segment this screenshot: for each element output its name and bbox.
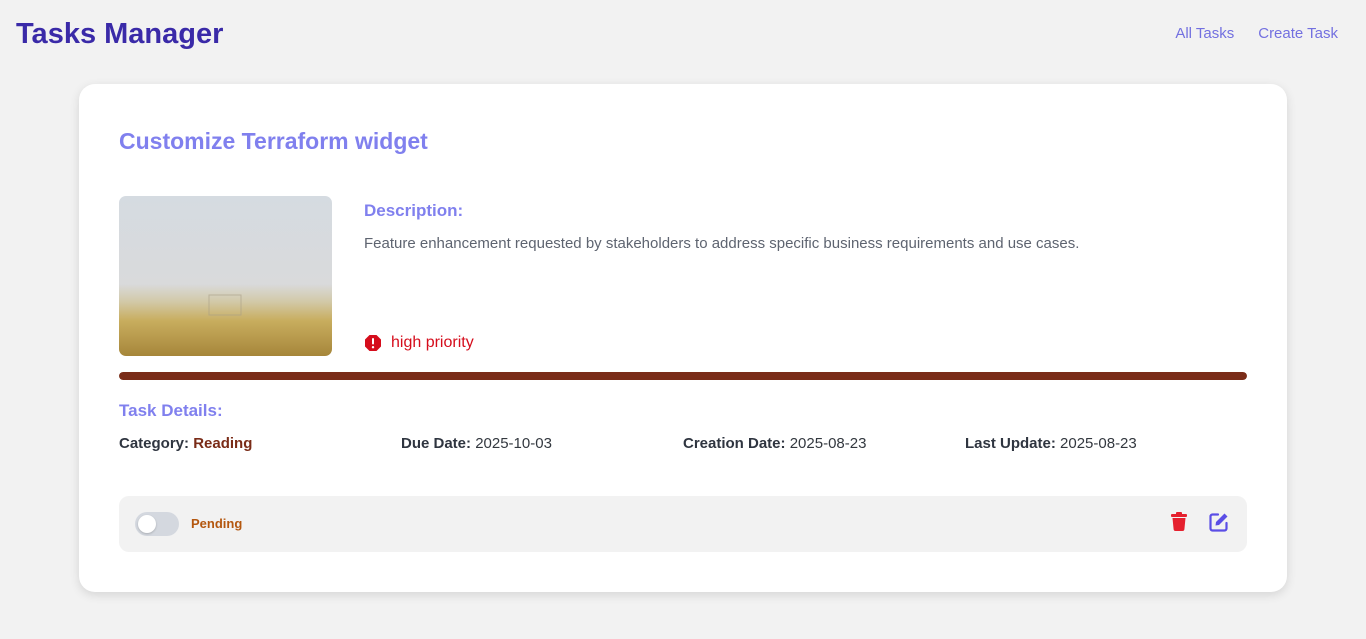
due-date-value: 2025-10-03 bbox=[475, 435, 552, 452]
detail-due-date: Due Date: 2025-10-03 bbox=[401, 435, 683, 452]
detail-last-update: Last Update: 2025-08-23 bbox=[965, 435, 1247, 452]
task-actions-bar: Pending bbox=[119, 496, 1247, 552]
status-text: Pending bbox=[191, 516, 243, 531]
creation-date-label: Creation Date: bbox=[683, 435, 786, 452]
category-label: Category: bbox=[119, 435, 190, 452]
alert-octagon-icon bbox=[364, 334, 382, 352]
description-label: Description: bbox=[364, 201, 464, 220]
detail-creation-date: Creation Date: 2025-08-23 bbox=[683, 435, 965, 452]
top-nav: All Tasks Create Task bbox=[1175, 25, 1338, 42]
creation-date-value: 2025-08-23 bbox=[789, 435, 867, 452]
progress-bar bbox=[119, 372, 1247, 380]
category-value: Reading bbox=[193, 435, 253, 452]
task-image bbox=[119, 196, 332, 356]
delete-button[interactable] bbox=[1167, 512, 1191, 536]
task-card: Customize Terraform widget Description: … bbox=[79, 84, 1287, 592]
last-update-label: Last Update: bbox=[965, 435, 1056, 452]
progress-fill bbox=[119, 372, 1247, 380]
last-update-value: 2025-08-23 bbox=[1060, 435, 1137, 452]
task-details-label: Task Details: bbox=[119, 401, 223, 420]
due-date-label: Due Date: bbox=[401, 435, 472, 452]
trash-icon bbox=[1171, 512, 1187, 536]
toggle-knob bbox=[138, 515, 156, 533]
nav-create-task-link[interactable]: Create Task bbox=[1258, 25, 1338, 42]
description-text: Feature enhancement requested by stakeho… bbox=[364, 235, 1080, 252]
task-title: Customize Terraform widget bbox=[119, 128, 428, 154]
nav-all-tasks-link[interactable]: All Tasks bbox=[1175, 25, 1234, 42]
app-title: Tasks Manager bbox=[16, 18, 224, 50]
priority-text: high priority bbox=[391, 334, 474, 351]
edit-button[interactable] bbox=[1207, 512, 1231, 536]
detail-category: Category: Reading bbox=[119, 435, 401, 452]
foggy-field-image bbox=[119, 196, 332, 356]
status-toggle[interactable] bbox=[135, 512, 179, 536]
priority-badge: high priority bbox=[364, 334, 474, 352]
task-details-row: Category: Reading Due Date: 2025-10-03 C… bbox=[119, 435, 1247, 452]
edit-icon bbox=[1209, 512, 1229, 537]
